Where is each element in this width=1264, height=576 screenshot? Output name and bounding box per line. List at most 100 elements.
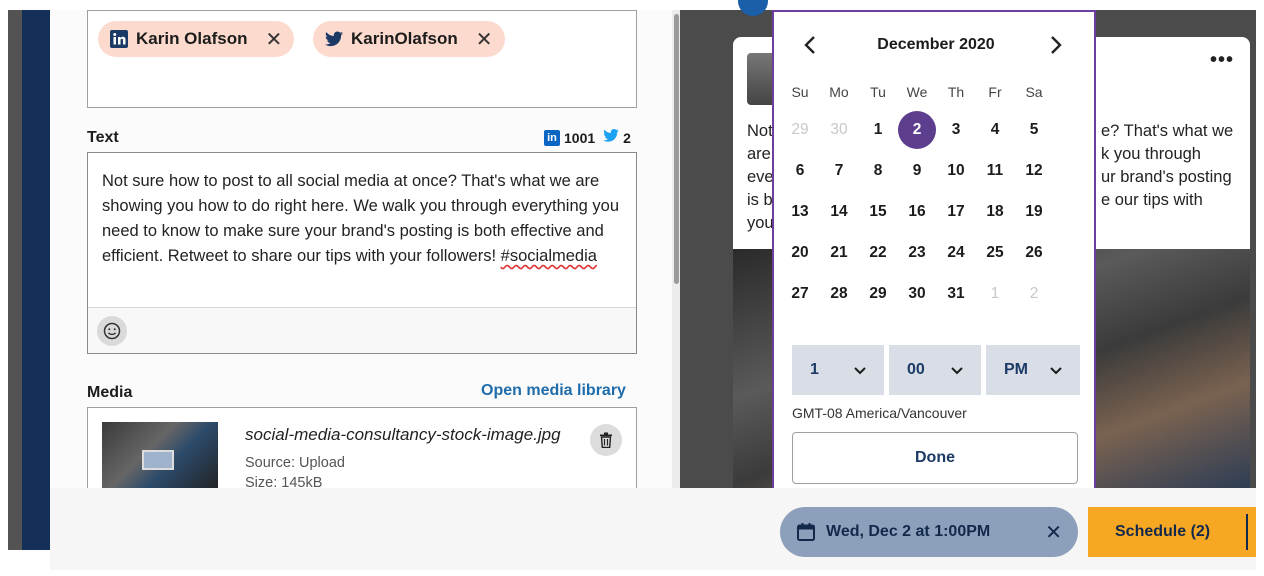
weekday-header: Mo: [829, 84, 849, 100]
calendar-day[interactable]: 24: [937, 234, 975, 272]
calendar-day[interactable]: 18: [976, 193, 1014, 231]
calendar-day[interactable]: 28: [820, 275, 858, 313]
schedule-button-divider: [1246, 514, 1248, 550]
calendar-day[interactable]: 27: [781, 275, 819, 313]
window-edge: [1256, 10, 1264, 570]
linkedin-icon: in: [544, 130, 560, 146]
minute-select[interactable]: 00: [889, 345, 981, 395]
schedule-button[interactable]: Schedule (2): [1088, 507, 1256, 557]
chevron-down-icon: [1050, 362, 1062, 378]
post-hashtag: #socialmedia: [500, 247, 597, 265]
calendar-day[interactable]: 1: [859, 111, 897, 149]
calendar-day[interactable]: 17: [937, 193, 975, 231]
media-file-name: social-media-consultancy-stock-image.jpg: [245, 425, 561, 444]
preview-line: e our tips with: [1101, 191, 1203, 209]
profile-chip-name: KarinOlafson: [351, 29, 458, 48]
calendar-day[interactable]: 2: [1015, 275, 1053, 313]
media-section-label: Media: [87, 384, 133, 401]
profile-chip-name: Karin Olafson: [136, 29, 248, 48]
clear-date-icon[interactable]: ✕: [1045, 520, 1062, 545]
hour-value: 1: [810, 361, 819, 378]
schedule-button-label: Schedule (2): [1115, 523, 1211, 540]
profile-chip-linkedin: Karin Olafson ✕: [98, 21, 295, 57]
weekday-header: We: [906, 84, 928, 100]
calendar-day[interactable]: 25: [976, 234, 1014, 272]
calendar-day[interactable]: 26: [1015, 234, 1053, 272]
ampm-select[interactable]: PM: [986, 345, 1080, 395]
weekday-header: Sa: [1025, 84, 1043, 100]
calendar-day[interactable]: 29: [859, 275, 897, 313]
linkedin-icon: [110, 30, 128, 48]
profile-chip-twitter: KarinOlafson ✕: [313, 21, 505, 57]
calendar-day[interactable]: 30: [898, 275, 936, 313]
app-window: Karin Olafson ✕ KarinOlafson ✕ Text in 1…: [0, 0, 1264, 576]
text-section-label: Text: [87, 129, 119, 146]
preview-line: ur brand's posting: [1101, 168, 1232, 186]
calendar-day[interactable]: 22: [859, 234, 897, 272]
weekday-header: Th: [947, 84, 965, 100]
calendar-day[interactable]: 10: [937, 152, 975, 190]
calendar-day[interactable]: 30: [820, 111, 858, 149]
calendar-day[interactable]: 8: [859, 152, 897, 190]
calendar-day[interactable]: 31: [937, 275, 975, 313]
weekday-header: Fr: [988, 84, 1002, 100]
calendar-day[interactable]: 23: [898, 234, 936, 272]
calendar-day[interactable]: 15: [859, 193, 897, 231]
scheduled-date-pill[interactable]: Wed, Dec 2 at 1:00PM ✕: [780, 507, 1078, 557]
timezone-label: GMT-08 America/Vancouver: [792, 405, 967, 421]
calendar-day[interactable]: 21: [820, 234, 858, 272]
calendar-day[interactable]: 11: [976, 152, 1014, 190]
calendar-day[interactable]: 12: [1015, 152, 1053, 190]
ampm-value: PM: [1004, 361, 1028, 378]
character-counts: in 1001 2: [544, 129, 631, 147]
media-size: Size: 145kB: [245, 475, 323, 488]
chevron-down-icon: [854, 362, 866, 378]
preview-text-right: e? That's what we k you through ur brand…: [1101, 120, 1233, 212]
composer-panel: Karin Olafson ✕ KarinOlafson ✕ Text in 1…: [50, 10, 680, 488]
calendar-day[interactable]: 14: [820, 193, 858, 231]
calendar-day[interactable]: 7: [820, 152, 858, 190]
twitter-icon: [603, 129, 619, 147]
done-button[interactable]: Done: [792, 432, 1078, 484]
calendar-day-selected[interactable]: 2: [898, 111, 936, 149]
weekday-header: Tu: [870, 84, 886, 100]
calendar-icon: [796, 522, 816, 542]
nav-rail: [22, 10, 50, 550]
text-toolbar: [88, 307, 636, 353]
calendar-day[interactable]: 6: [781, 152, 819, 190]
remove-profile-icon[interactable]: ✕: [476, 27, 493, 52]
media-source: Source: Upload: [245, 455, 345, 471]
twitter-char-count: 2: [623, 130, 631, 146]
post-text-editor[interactable]: Not sure how to post to all social media…: [87, 152, 637, 354]
calendar-day[interactable]: 5: [1015, 111, 1053, 149]
media-attachment: social-media-consultancy-stock-image.jpg…: [87, 407, 637, 488]
calendar-day[interactable]: 19: [1015, 193, 1053, 231]
calendar-day[interactable]: 1: [976, 275, 1014, 313]
preview-line: e? That's what we: [1101, 122, 1234, 140]
scheduled-date-text: Wed, Dec 2 at 1:00PM: [826, 523, 991, 540]
media-thumbnail: [102, 422, 218, 488]
post-text-content[interactable]: Not sure how to post to all social media…: [102, 169, 622, 269]
calendar-day[interactable]: 9: [898, 152, 936, 190]
open-media-library-link[interactable]: Open media library: [481, 382, 626, 400]
calendar-day[interactable]: 16: [898, 193, 936, 231]
chevron-down-icon: [951, 362, 963, 378]
remove-profile-icon[interactable]: ✕: [265, 27, 282, 52]
trash-icon[interactable]: [590, 424, 622, 456]
left-gutter: [8, 10, 22, 550]
date-picker-popover: December 2020 Su Mo Tu We Th Fr Sa 29 30 1 2 3 4 5 6 7…: [772, 10, 1096, 497]
calendar-day[interactable]: 29: [781, 111, 819, 149]
calendar-day[interactable]: 4: [976, 111, 1014, 149]
twitter-icon: [325, 30, 343, 48]
hour-select[interactable]: 1: [792, 345, 884, 395]
calendar-day[interactable]: 13: [781, 193, 819, 231]
more-options-icon[interactable]: •••: [1210, 49, 1234, 72]
selected-profiles-field[interactable]: Karin Olafson ✕ KarinOlafson ✕: [87, 10, 637, 108]
chevron-right-icon[interactable]: [1050, 34, 1062, 60]
calendar-day[interactable]: 20: [781, 234, 819, 272]
emoji-icon[interactable]: [97, 316, 127, 346]
linkedin-char-count: 1001: [564, 130, 596, 146]
weekday-header: Su: [791, 84, 809, 100]
calendar-day[interactable]: 3: [937, 111, 975, 149]
composer-scroll-thumb[interactable]: [674, 14, 679, 284]
